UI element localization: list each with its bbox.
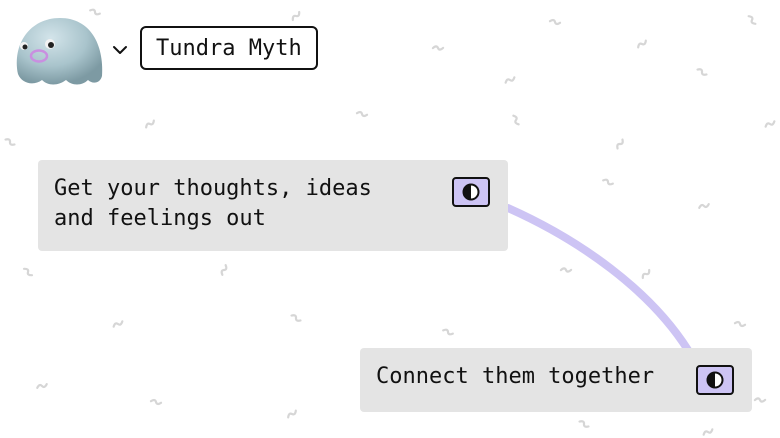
canvas[interactable]: Tundra Myth Get your thoughts, ideas and… — [0, 0, 780, 438]
squiggle-mark — [559, 267, 573, 273]
squiggle-mark — [220, 264, 228, 276]
squiggle-mark — [431, 45, 445, 51]
squiggle-mark — [355, 110, 369, 118]
squiggle-mark — [290, 314, 302, 322]
squiggle-mark — [287, 409, 297, 419]
squiggle-mark — [145, 119, 155, 129]
project-name-label: Tundra Myth — [156, 35, 302, 61]
idea-card[interactable]: Get your thoughts, ideas and feelings ou… — [38, 160, 508, 251]
contrast-icon — [462, 183, 480, 201]
squiggle-mark — [616, 138, 624, 150]
squiggle-mark — [764, 120, 776, 128]
squiggle-mark — [602, 178, 614, 186]
squiggle-mark — [548, 18, 562, 26]
squiggle-mark — [733, 320, 747, 328]
avatar[interactable] — [12, 14, 106, 88]
squiggle-mark — [753, 397, 767, 403]
squiggle-mark — [112, 320, 124, 328]
squiggle-mark — [578, 420, 590, 428]
squiggle-mark — [36, 383, 48, 389]
chevron-down-icon — [113, 46, 127, 54]
squiggle-mark — [442, 328, 454, 336]
squiggle-mark — [149, 398, 163, 406]
idea-card-text: Connect them together — [376, 364, 655, 389]
blob-creature-avatar-icon — [16, 18, 103, 85]
squiggle-mark — [747, 15, 757, 25]
squiggle-mark — [698, 203, 710, 209]
contrast-icon — [706, 371, 724, 389]
squiggle-mark — [4, 138, 16, 146]
project-name-button[interactable]: Tundra Myth — [140, 26, 318, 70]
squiggle-mark — [702, 428, 714, 436]
squiggle-mark — [22, 267, 34, 277]
squiggle-mark — [637, 39, 647, 49]
squiggle-mark — [504, 76, 516, 84]
squiggle-mark — [641, 268, 651, 280]
project-menu-toggle[interactable] — [110, 40, 130, 60]
squiggle-mark — [696, 68, 708, 76]
squiggle-mark — [512, 114, 520, 126]
squiggle-mark — [291, 10, 301, 22]
idea-card-text: Get your thoughts, ideas and feelings ou… — [54, 176, 372, 231]
theme-toggle-button[interactable] — [696, 365, 734, 395]
theme-toggle-button[interactable] — [452, 177, 490, 207]
idea-card[interactable]: Connect them together — [360, 348, 752, 412]
